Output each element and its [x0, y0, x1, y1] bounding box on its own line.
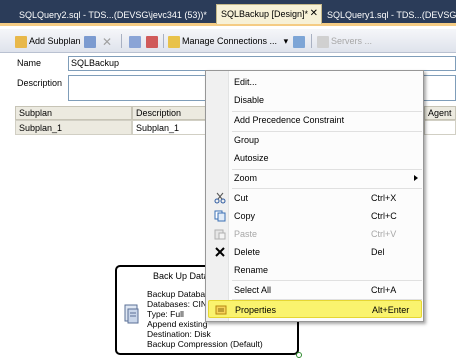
grid-cell-agent[interactable]	[424, 120, 456, 135]
report-icon	[293, 35, 305, 48]
name-value: SQLBackup	[71, 58, 120, 68]
toolbar-separator	[311, 34, 312, 48]
subplan-properties-button[interactable]	[84, 33, 98, 49]
menu-item-paste[interactable]: Paste Ctrl+V	[208, 225, 422, 243]
toolbar-separator	[163, 34, 164, 48]
servers-icon	[317, 35, 329, 48]
designer-toolbar: Add Subplan ✕ Manage Connections ... ▾ S…	[0, 29, 456, 53]
schedule-button[interactable]	[129, 33, 143, 49]
menu-item-label: Group	[234, 135, 260, 145]
menu-item-label: Paste	[234, 229, 258, 239]
menu-item-properties[interactable]: Properties Alt+Enter	[208, 300, 422, 318]
tab-sqlquery1[interactable]: SQLQuery1.sql - TDS...(DEVSG\jevc341 (5	[324, 6, 456, 24]
menu-item-label: Select All	[234, 285, 272, 295]
task-line: Backup Compression (Default)	[147, 339, 263, 349]
tab-sqlbackup-design[interactable]: SQLBackup [Design]* ✕	[216, 4, 322, 24]
precedence-connector-handle[interactable]	[296, 352, 302, 358]
tab-sqlquery2[interactable]: SQLQuery2.sql - TDS...(DEVSG\jevc341 (53…	[16, 6, 212, 24]
manage-connections-label: Manage Connections ...	[182, 36, 278, 46]
servers-button[interactable]: Servers ...	[317, 33, 372, 49]
menu-item-label: Disable	[234, 95, 265, 105]
menu-item-group[interactable]: Group	[208, 131, 422, 149]
calendar-delete-icon	[146, 35, 158, 48]
properties-icon	[215, 305, 227, 315]
name-label: Name	[17, 58, 42, 68]
menu-item-delete[interactable]: Delete Del	[208, 243, 422, 261]
menu-item-label: Autosize	[234, 153, 269, 163]
menu-item-label: Copy	[234, 211, 256, 221]
properties-icon	[84, 35, 96, 48]
menu-item-label: Zoom	[234, 173, 258, 183]
menu-item-shortcut: Ctrl+V	[371, 229, 397, 239]
menu-item-disable[interactable]: Disable	[208, 91, 422, 109]
add-subplan-label: Add Subplan	[29, 36, 81, 46]
delete-subplan-button[interactable]: ✕	[102, 33, 116, 49]
grid-header-subplan: Subplan	[15, 106, 132, 120]
menu-item-rename[interactable]: Rename	[208, 261, 422, 279]
delete-x-icon	[215, 247, 225, 257]
menu-item-label: Delete	[234, 247, 261, 257]
menu-item-add-precedence-constraint[interactable]: Add Precedence Constraint	[208, 111, 422, 129]
add-subplan-button[interactable]: Add Subplan	[15, 33, 81, 49]
connections-icon	[168, 35, 180, 48]
menu-item-label: Cut	[234, 193, 249, 203]
menu-item-shortcut: Ctrl+A	[371, 285, 397, 295]
menu-item-copy[interactable]: Copy Ctrl+C	[208, 207, 422, 225]
menu-item-autosize[interactable]: Autosize	[208, 149, 422, 167]
menu-item-label: Properties	[235, 305, 277, 315]
context-menu: Edit... Disable Add Precedence Constrain…	[205, 70, 424, 322]
grid-cell-subplan[interactable]: Subplan_1	[15, 120, 132, 135]
tab-label: SQLQuery1.sql - TDS...(DEVSG\jevc341 (5	[327, 10, 456, 20]
menu-item-label: Rename	[234, 265, 269, 275]
chevron-down-icon: ▾	[283, 36, 289, 46]
copy-icon	[214, 210, 226, 222]
reporting-button[interactable]	[293, 33, 307, 49]
grid-header-agent: Agent s	[424, 106, 456, 130]
add-subplan-icon	[15, 35, 27, 48]
menu-item-shortcut: Alt+Enter	[372, 305, 410, 315]
menu-item-select-all[interactable]: Select All Ctrl+A	[208, 281, 422, 299]
menu-item-edit[interactable]: Edit...	[208, 73, 422, 91]
toolbar-separator	[121, 34, 122, 48]
menu-item-cut[interactable]: Cut Ctrl+X	[208, 189, 422, 207]
document-tab-strip: SQLQuery2.sql - TDS...(DEVSG\jevc341 (53…	[0, 0, 456, 26]
description-label: Description	[17, 78, 63, 88]
paste-icon	[214, 229, 226, 240]
calendar-icon	[129, 35, 141, 48]
menu-item-shortcut: Ctrl+C	[371, 211, 397, 221]
remove-schedule-button[interactable]	[146, 33, 160, 49]
database-backup-icon	[124, 304, 139, 324]
task-title: Back Up Data	[153, 271, 209, 281]
menu-item-shortcut: Ctrl+X	[371, 193, 397, 203]
tab-label: SQLBackup [Design]*	[221, 9, 309, 19]
tab-label: SQLQuery2.sql - TDS...(DEVSG\jevc341 (53…	[19, 10, 207, 20]
menu-item-label: Edit...	[234, 77, 258, 87]
close-tab-icon[interactable]: ✕	[310, 5, 318, 23]
servers-label: Servers ...	[331, 36, 373, 46]
submenu-arrow-icon	[414, 175, 418, 181]
scissors-icon	[214, 192, 226, 204]
menu-item-label: Add Precedence Constraint	[234, 115, 345, 125]
delete-icon: ✕	[102, 34, 113, 49]
manage-connections-button[interactable]: Manage Connections ... ▾	[168, 33, 288, 49]
menu-item-zoom[interactable]: Zoom	[208, 169, 422, 187]
task-line: Destination: Disk	[147, 329, 211, 339]
menu-item-shortcut: Del	[371, 247, 385, 257]
name-field[interactable]: SQLBackup	[68, 56, 456, 71]
